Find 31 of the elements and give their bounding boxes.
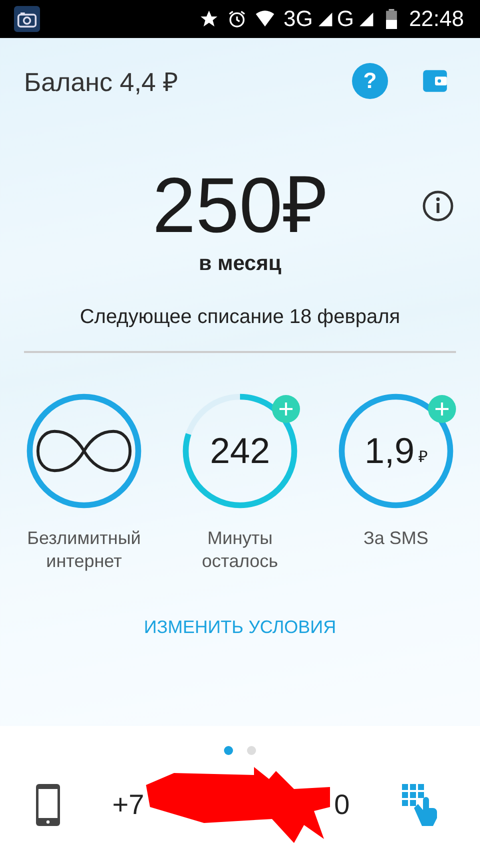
phone-number-end: 0: [334, 789, 350, 821]
camera-icon: [14, 6, 40, 32]
sms-price-value: 1,9: [364, 430, 415, 472]
alarm-icon: [227, 9, 248, 29]
next-charge-text: Следующее списание 18 февраля: [78, 306, 402, 329]
phone-number-start: +7: [112, 789, 144, 821]
add-icon[interactable]: [428, 395, 456, 423]
smartphone-icon[interactable]: [36, 784, 60, 826]
add-icon[interactable]: [272, 395, 300, 423]
network-type: G: [336, 6, 354, 32]
network-type: 3G: [283, 6, 313, 32]
help-button[interactable]: ?: [352, 63, 388, 99]
minutes-value: 242: [210, 430, 270, 472]
counter-label: За SMS: [362, 527, 430, 550]
currency-sign: ₽: [418, 448, 428, 467]
counter-label: Безлимитный интернет: [26, 527, 142, 573]
wifi-icon: [255, 9, 276, 29]
price-period: в месяц: [198, 252, 282, 276]
star-icon: [199, 9, 220, 29]
balance-text: Баланс 4,4 ₽: [24, 66, 178, 99]
signal-icon: [316, 11, 333, 27]
signal-icon: [358, 11, 374, 27]
change-terms-link[interactable]: ИЗМЕНИТЬ УСЛОВИЯ: [144, 617, 336, 638]
infinity-icon: [35, 428, 133, 474]
counter-label: Минуты осталось: [200, 527, 280, 573]
tariff-price: 250₽: [152, 164, 328, 246]
keypad-touch-icon[interactable]: [402, 784, 438, 826]
wallet-icon[interactable]: [422, 68, 448, 94]
battery-icon: [386, 9, 397, 29]
clock: 22:48: [408, 6, 464, 32]
info-icon[interactable]: [422, 190, 454, 222]
